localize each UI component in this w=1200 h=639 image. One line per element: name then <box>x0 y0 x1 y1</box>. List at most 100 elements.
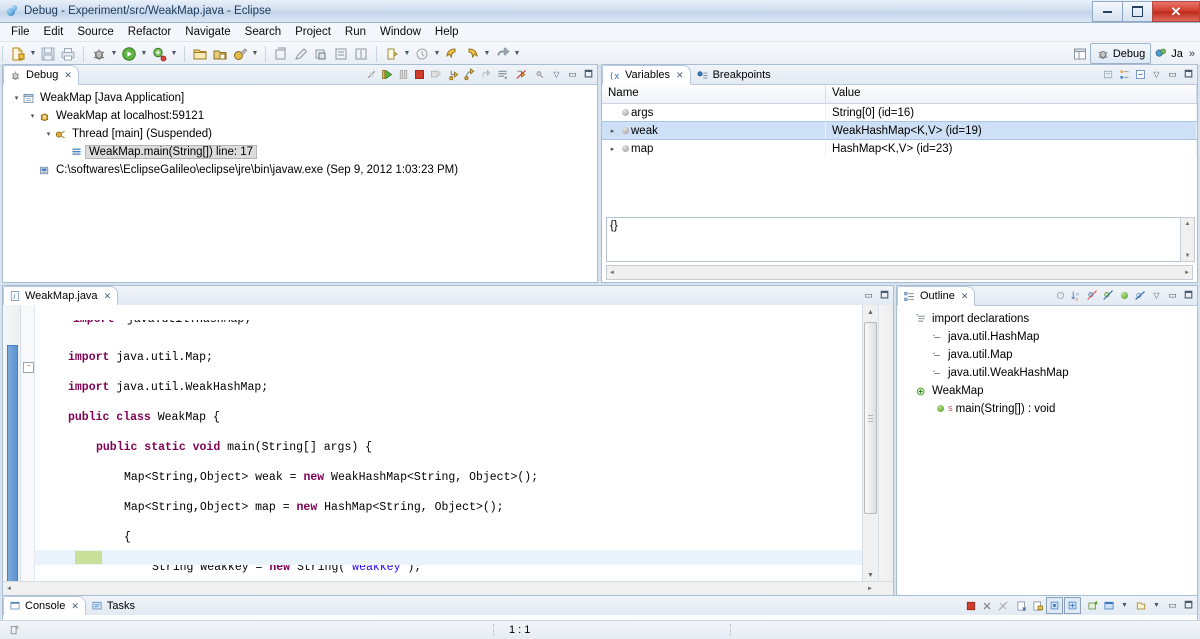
perspective-overflow[interactable]: » <box>1186 48 1198 60</box>
tab-variables-close-icon[interactable]: ✕ <box>676 70 684 81</box>
minimize-icon[interactable]: ▭ <box>1165 288 1180 303</box>
debug-tree-row[interactable]: ▾ WeakMap at localhost:59121 <box>3 107 597 125</box>
external-tools-dropdown[interactable]: ▼ <box>169 44 179 63</box>
editor-horizontal-scrollbar[interactable]: ◄ ► <box>3 581 893 596</box>
column-header-name[interactable]: Name <box>602 85 826 103</box>
debug-tree-row[interactable]: ▾ Thread [main] (Suspended) <box>3 125 597 143</box>
fold-collapse-icon[interactable]: − <box>23 362 34 373</box>
scroll-right-arrow-icon[interactable]: ► <box>867 586 873 592</box>
expand-twisty-icon[interactable]: ▾ <box>43 129 54 140</box>
view-menu-chevron-icon[interactable]: ▽ <box>549 67 564 82</box>
new-package-button[interactable] <box>210 44 230 63</box>
scroll-lock-icon[interactable] <box>1030 598 1045 613</box>
search-pencil-button[interactable] <box>291 44 311 63</box>
new-console-view-icon[interactable] <box>1101 598 1116 613</box>
pin-dropdown-target-icon[interactable] <box>1133 598 1148 613</box>
terminate-icon[interactable] <box>963 598 978 613</box>
forward-navigate-button[interactable] <box>462 44 482 63</box>
outline-row[interactable]: S main(String[]) : void <box>897 400 1197 418</box>
menu-navigate[interactable]: Navigate <box>178 25 237 39</box>
maximize-icon[interactable]: 🗖 <box>1181 288 1196 303</box>
scroll-left-arrow-icon[interactable]: ◄ <box>607 270 615 276</box>
perspective-debug-button[interactable]: Debug <box>1089 43 1152 64</box>
save-button[interactable] <box>38 44 58 63</box>
clear-console-icon[interactable] <box>1014 598 1029 613</box>
scroll-down-arrow-icon[interactable]: ▼ <box>863 568 878 582</box>
open-perspective-button[interactable] <box>1070 44 1090 63</box>
debug-tree-row[interactable]: ▾ WeakMap [Java Application] <box>3 89 597 107</box>
menu-file[interactable]: File <box>4 25 37 39</box>
minimize-icon[interactable]: ▭ <box>565 67 580 82</box>
new-class-dropdown[interactable]: ▼ <box>250 44 260 63</box>
editor-code-area[interactable]: importjava.util.HashMap; import java.uti… <box>35 305 862 596</box>
debug-tree-row[interactable]: C:\softwares\EclipseGalileo\eclipse\jre\… <box>3 161 597 179</box>
terminate-icon[interactable] <box>412 67 427 82</box>
debug-dropdown[interactable]: ▼ <box>109 44 119 63</box>
scroll-right-arrow-icon[interactable]: ► <box>1184 270 1192 276</box>
variable-detail-pane[interactable]: {} ▲ ▼ <box>606 217 1195 262</box>
last-edit-location-button[interactable] <box>382 44 402 63</box>
scroll-down-arrow-icon[interactable]: ▼ <box>1181 250 1194 261</box>
sort-icon[interactable]: Az <box>1069 288 1084 303</box>
expand-twisty-icon[interactable]: ▾ <box>11 93 22 104</box>
forward-navigate-dropdown[interactable]: ▼ <box>482 44 492 63</box>
variable-row-selected[interactable]: ▸ weak WeakHashMap<K,V> (id=19) <box>602 121 1197 140</box>
menu-refactor[interactable]: Refactor <box>121 25 178 39</box>
scroll-up-arrow-icon[interactable]: ▲ <box>1181 218 1194 229</box>
minimize-icon[interactable]: ▭ <box>1165 598 1180 613</box>
debug-tree-row-selected[interactable]: WeakMap.main(String[]) line: 17 <box>3 143 597 161</box>
remove-all-terminated-icon[interactable] <box>995 598 1010 613</box>
close-button[interactable]: ✕ <box>1152 1 1200 22</box>
tab-console-close-icon[interactable]: ✕ <box>71 601 79 612</box>
hide-local-types-icon[interactable] <box>1133 288 1148 303</box>
view-menu-chevron-icon[interactable]: ▽ <box>1149 67 1164 82</box>
toggle-mark-occurrences-button[interactable] <box>311 44 331 63</box>
new-console-dropdown-icon[interactable]: ▼ <box>1117 598 1132 613</box>
column-header-value[interactable]: Value <box>826 85 1197 103</box>
tab-outline[interactable]: Outline ✕ <box>897 286 976 306</box>
maximize-icon[interactable]: 🗖 <box>877 288 892 303</box>
tab-console[interactable]: Console ✕ <box>3 596 86 616</box>
display-selected-console-icon[interactable] <box>1064 597 1081 614</box>
undo-dropdown[interactable]: ▼ <box>512 44 522 63</box>
menu-search[interactable]: Search <box>238 25 288 39</box>
pin-console-icon[interactable] <box>1046 597 1063 614</box>
expand-twisty-icon[interactable]: ▸ <box>606 145 619 153</box>
new-java-project-button[interactable] <box>190 44 210 63</box>
resume-icon[interactable] <box>380 67 395 82</box>
undo-button[interactable] <box>492 44 512 63</box>
variable-row[interactable]: args String[0] (id=16) <box>602 104 1197 121</box>
new-wizard-dropdown[interactable]: ▼ <box>28 44 38 63</box>
view-menu-chevron-icon[interactable]: ▽ <box>1149 288 1164 303</box>
use-step-filters-icon[interactable] <box>514 67 529 82</box>
maximize-icon[interactable]: 🗖 <box>1181 598 1196 613</box>
editor-folding-column[interactable]: − <box>21 305 35 596</box>
new-class-button[interactable] <box>230 44 250 63</box>
menu-project[interactable]: Project <box>288 25 338 39</box>
tab-debug-close-icon[interactable]: ✕ <box>64 70 72 81</box>
maximize-icon[interactable]: 🗖 <box>581 67 596 82</box>
detail-horizontal-scrollbar[interactable]: ◄ ► <box>606 265 1193 280</box>
expand-twisty-icon[interactable]: ▸ <box>606 127 619 135</box>
focus-on-active-task-icon[interactable] <box>1053 288 1068 303</box>
scroll-up-arrow-icon[interactable]: ▲ <box>863 305 878 319</box>
previous-edit-button[interactable] <box>412 44 432 63</box>
menu-edit[interactable]: Edit <box>37 25 71 39</box>
outline-row[interactable]: import declarations <box>897 310 1197 328</box>
tab-weakmap-java[interactable]: J WeakMap.java ✕ <box>3 286 119 306</box>
hide-fields-icon[interactable] <box>1085 288 1100 303</box>
remove-launch-icon[interactable] <box>979 598 994 613</box>
minimize-button[interactable] <box>1092 1 1122 22</box>
tab-outline-close-icon[interactable]: ✕ <box>961 291 969 302</box>
outline-row[interactable]: java.util.HashMap <box>897 328 1197 346</box>
outline-row[interactable]: java.util.Map <box>897 346 1197 364</box>
show-logical-structure-icon[interactable] <box>1117 67 1132 82</box>
tab-tasks[interactable]: Tasks <box>86 597 141 615</box>
minimize-icon[interactable]: ▭ <box>1165 67 1180 82</box>
menu-help[interactable]: Help <box>428 25 466 39</box>
print-button[interactable] <box>58 44 78 63</box>
pin-dropdown-icon[interactable]: ▼ <box>1149 598 1164 613</box>
outline-row[interactable]: java.util.WeakHashMap <box>897 364 1197 382</box>
open-console-icon[interactable] <box>1085 598 1100 613</box>
run-dropdown[interactable]: ▼ <box>139 44 149 63</box>
